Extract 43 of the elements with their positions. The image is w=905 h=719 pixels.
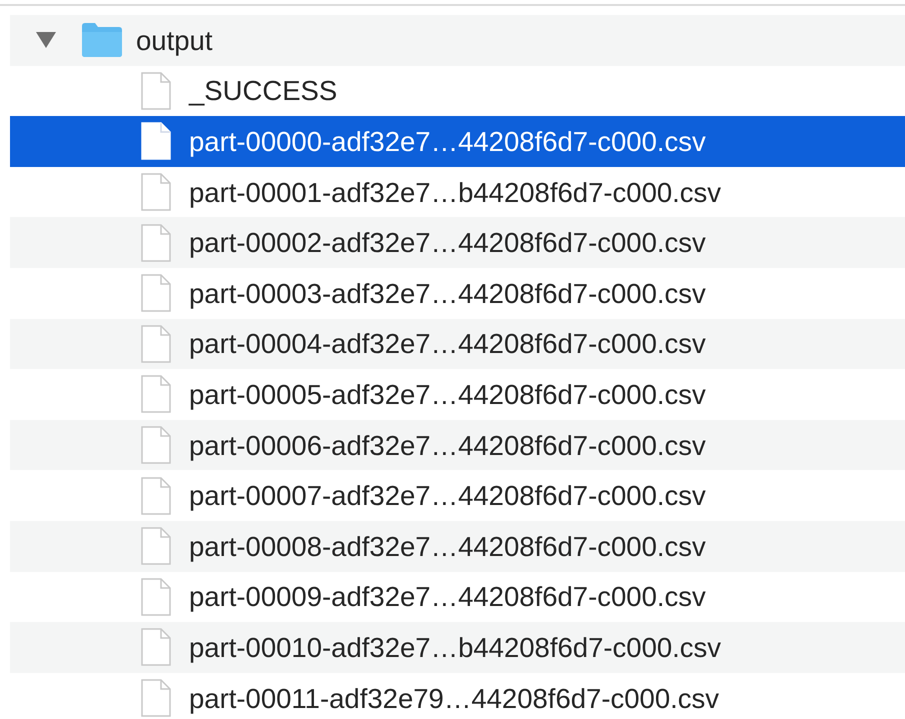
file-name: part-00006-adf32e7…44208f6d7-c000.csv xyxy=(189,428,706,462)
list-row[interactable]: part-00006-adf32e7…44208f6d7-c000.csv xyxy=(10,420,905,470)
document-icon xyxy=(141,173,171,212)
file-name: part-00002-adf32e7…44208f6d7-c000.csv xyxy=(189,226,706,260)
document-icon xyxy=(141,72,171,110)
document-icon xyxy=(141,122,171,160)
file-name: part-00010-adf32e7…b44208f6d7-c000.csv xyxy=(189,630,722,664)
folder-icon xyxy=(80,22,124,58)
list-row[interactable]: part-00003-adf32e7…44208f6d7-c000.csv xyxy=(10,268,905,319)
file-name: part-00007-adf32e7…44208f6d7-c000.csv xyxy=(189,479,706,512)
list-row[interactable]: part-00008-adf32e7…44208f6d7-c000.csv xyxy=(10,520,905,572)
file-name: part-00001-adf32e7…b44208f6d7-c000.csv xyxy=(189,176,722,209)
file-name: part-00011-adf32e79…44208f6d7-c000.csv xyxy=(189,682,720,715)
file-name: part-00004-adf32e7…44208f6d7-c000.csv xyxy=(189,327,706,360)
file-name: _SUCCESS xyxy=(189,74,338,108)
list-row[interactable]: _SUCCESS xyxy=(10,66,905,116)
document-icon xyxy=(141,679,171,718)
list-row[interactable]: part-00004-adf32e7…44208f6d7-c000.csv xyxy=(10,318,905,370)
disclosure-triangle-icon[interactable] xyxy=(35,31,57,50)
file-name: part-00003-adf32e7…44208f6d7-c000.csv xyxy=(189,276,706,310)
list-row[interactable]: part-00005-adf32e7…44208f6d7-c000.csv xyxy=(10,369,905,420)
file-name: part-00009-adf32e7…44208f6d7-c000.csv xyxy=(189,580,706,614)
list-row[interactable]: part-00010-adf32e7…b44208f6d7-c000.csv xyxy=(10,622,905,673)
document-icon xyxy=(141,274,171,312)
file-name: part-00005-adf32e7…44208f6d7-c000.csv xyxy=(189,378,706,411)
document-icon xyxy=(141,527,171,566)
folder-name: output xyxy=(136,24,212,57)
list-row[interactable]: part-00009-adf32e7…44208f6d7-c000.csv xyxy=(10,572,905,622)
document-icon xyxy=(141,224,171,262)
list-row[interactable]: part-00007-adf32e7…44208f6d7-c000.csv xyxy=(10,470,905,521)
list-row[interactable]: part-00000-adf32e7…44208f6d7-c000.csv xyxy=(10,116,905,167)
file-name: part-00000-adf32e7…44208f6d7-c000.csv xyxy=(189,124,706,158)
list-row[interactable]: part-00011-adf32e79…44208f6d7-c000.csv xyxy=(10,672,905,719)
list-row[interactable]: part-00002-adf32e7…44208f6d7-c000.csv xyxy=(10,217,905,268)
list-row[interactable]: part-00001-adf32e7…b44208f6d7-c000.csv xyxy=(10,166,905,218)
document-icon xyxy=(141,324,171,363)
document-icon xyxy=(141,375,171,414)
document-icon xyxy=(141,578,171,616)
list-row[interactable]: output xyxy=(10,15,905,66)
document-icon xyxy=(141,426,171,464)
file-name: part-00008-adf32e7…44208f6d7-c000.csv xyxy=(189,530,706,563)
document-icon xyxy=(141,628,171,666)
document-icon xyxy=(141,476,171,515)
